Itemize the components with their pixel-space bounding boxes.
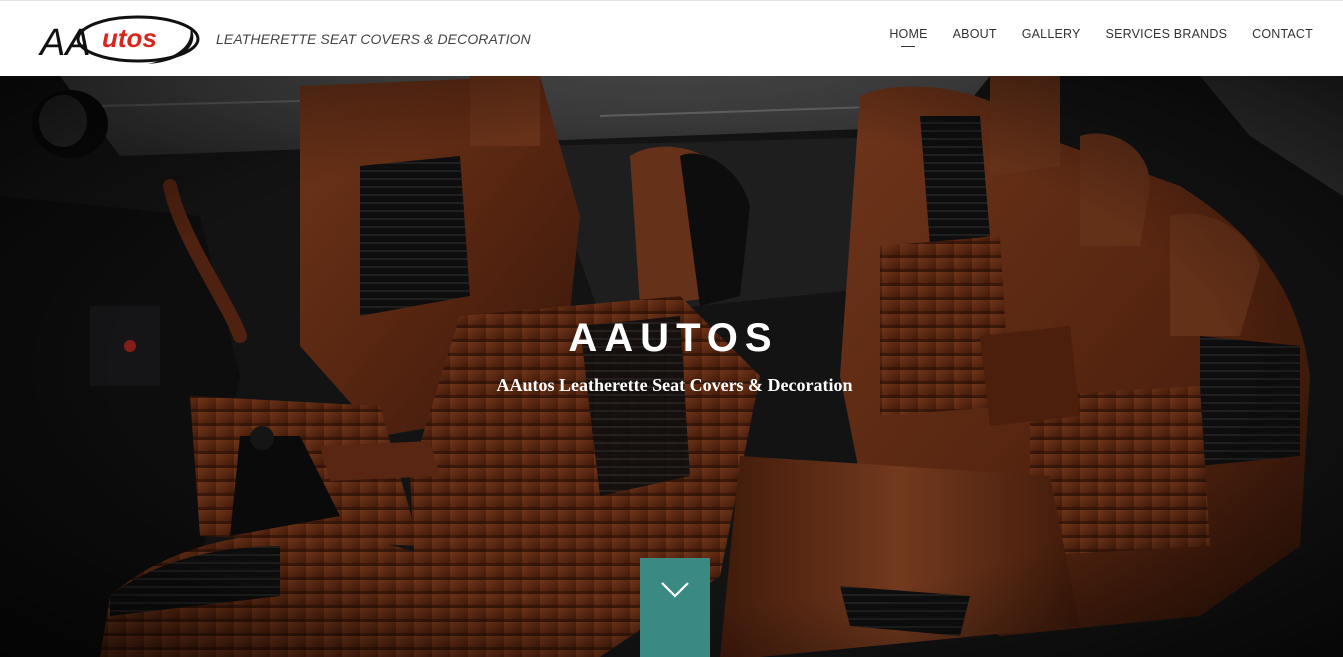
site-header: AA utos LEATHERETTE SEAT COVERS & DECORA… [0,0,1343,76]
hero-title: AAUTOS [568,316,779,360]
nav-home[interactable]: HOME [889,27,927,47]
chevron-down-icon [661,582,689,598]
site-tagline: LEATHERETTE SEAT COVERS & DECORATION [216,31,531,47]
main-nav: HOME ABOUT GALLERY SERVICES BRANDS CONTA… [864,27,1313,47]
scroll-down-button[interactable] [640,558,710,657]
logo-icon: AA utos [38,15,200,64]
site-logo[interactable]: AA utos [38,11,200,67]
nav-contact[interactable]: CONTACT [1252,27,1313,47]
hero-section: AAUTOS AAutos Leatherette Seat Covers & … [0,76,1343,657]
nav-about[interactable]: ABOUT [953,27,997,47]
logo-text-aa: AA [38,22,91,64]
nav-services-brands[interactable]: SERVICES BRANDS [1106,27,1228,47]
hero-subtitle: AAutos Leatherette Seat Covers & Decorat… [496,375,853,395]
logo-text-utos: utos [102,23,157,53]
nav-gallery[interactable]: GALLERY [1022,27,1081,47]
